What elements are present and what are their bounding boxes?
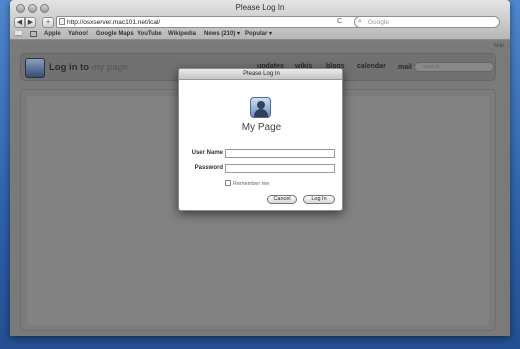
reload-icon[interactable]: C [337,16,342,28]
remember-me-option[interactable]: Remember me [225,180,269,187]
address-field[interactable]: http://osxserver.mac101.net/ical/ [56,16,360,28]
remember-me-checkbox[interactable] [225,180,231,186]
forward-button[interactable]: ▶ [25,17,36,28]
login-button[interactable]: Log In [303,195,335,204]
page-title: Log in to my page [49,62,128,73]
page-title-bold: Log in to [49,62,90,73]
username-input[interactable] [225,149,335,158]
cancel-button[interactable]: Cancel [267,195,297,204]
nav-calendar[interactable]: calendar [357,63,386,70]
bookmark-wikipedia[interactable]: Wikipedia [168,29,196,40]
bookmarks-grid-icon[interactable] [30,31,37,37]
username-label: User Name [191,150,223,156]
page-icon [59,18,65,25]
dialog-page-name: My Page [241,122,282,133]
bookmarks-bar: 📖 Apple Yahoo! Google Maps YouTube Wikip… [10,29,510,40]
window-title: Please Log In [235,3,285,12]
my-page-avatar-icon [250,97,271,118]
page-title-rest: my page [91,62,129,73]
back-button[interactable]: ◀ [14,17,25,28]
dialog-title: Please Log In [179,69,342,80]
google-search-field[interactable]: Google [354,16,500,28]
bookmark-popular[interactable]: Popular ▾ [245,29,272,40]
page-search-input[interactable]: search [414,62,494,72]
bookmark-news[interactable]: News (210) ▾ [204,29,240,40]
password-label: Password [194,165,223,171]
user-avatar-icon [25,58,45,78]
bookmark-google-maps[interactable]: Google Maps [96,29,134,40]
bookmark-youtube[interactable]: YouTube [137,29,162,40]
bookmark-yahoo[interactable]: Yahoo! [68,29,88,40]
password-input[interactable] [225,164,335,173]
title-bar: Please Log In ◀ ▶ + http://osxserver.mac… [10,0,510,40]
bookmarks-book-icon[interactable]: 📖 [14,31,23,38]
remember-me-label: Remember me [233,181,270,187]
search-icon: ⌕ [358,18,362,25]
help-link[interactable]: help [494,43,504,49]
bookmark-apple[interactable]: Apple [44,29,61,40]
add-bookmark-button[interactable]: + [42,17,54,28]
login-dialog: Please Log In My Page User Name Password… [178,68,343,211]
